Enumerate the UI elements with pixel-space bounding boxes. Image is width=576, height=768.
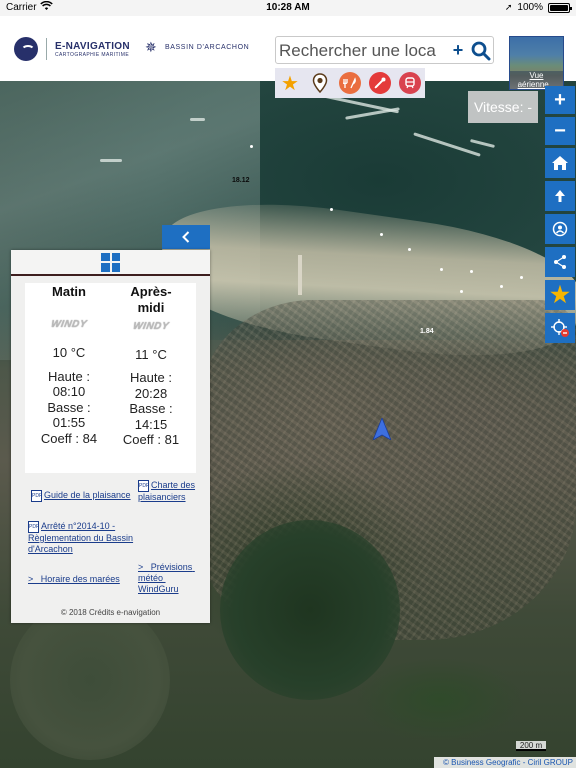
charte-plaisanciers-link[interactable]: PDF Charte des plaisanciers [138,480,198,503]
bassin-logo-title: BASSIN D'ARCACHON [165,43,250,51]
train-icon[interactable] [399,72,421,94]
battery-percent: 100% [517,2,543,13]
boat [330,208,333,211]
arrete-link[interactable]: PDF Arrêté n°2014-10 - Règlementation du … [28,521,140,555]
restaurant-icon[interactable] [339,72,361,94]
chevron-left-icon [182,231,190,243]
home-icon [552,156,568,170]
plus-icon: + [554,88,566,111]
panel-links: PDF Guide de la plaisance PDF Charte des p… [11,480,210,600]
enavigation-logo[interactable]: E-NAVIGATION CARTOGRAPHIE MARITIME [14,37,130,61]
tide-card: Matin WINDY 10 °C Haute : 08:10 Basse : … [25,283,196,473]
share-icon [554,255,566,269]
search-icon[interactable] [471,41,491,61]
boat [380,233,383,236]
speed-indicator: Vitesse: - [468,91,538,123]
forest-area [10,600,170,760]
bassin-arcachon-logo[interactable]: ✵ BASSIN D'ARCACHON [145,40,249,54]
boat-wake [100,159,122,162]
tide-coefficient: Coeff : 84 [40,430,98,446]
boat [500,285,503,288]
pdf-icon: PDF [31,490,42,502]
clock: 10:28 AM [266,2,310,13]
grid-icon[interactable] [101,252,120,272]
add-button[interactable]: + [450,40,466,60]
zoom-out-button[interactable]: − [545,117,575,145]
morning-column: Matin WINDY 10 °C Haute : 08:10 Basse : … [29,283,109,446]
collapse-panel-button[interactable] [162,225,210,249]
my-position-button[interactable] [545,214,575,244]
column-title: Matin [52,284,86,299]
star-icon[interactable]: ★ [279,72,301,95]
boat [470,270,473,273]
guide-plaisance-link[interactable]: PDF Guide de la plaisance [31,490,141,502]
enavigation-logo-mark [14,37,38,61]
status-bar: Carrier 10:28 AM ➚ 100% [0,0,576,16]
boat [408,248,411,251]
category-filters: ★ [275,68,425,98]
locate-icon [551,319,569,337]
logo-subtitle: CARTOGRAPHIE MARITIME [55,51,130,58]
scale-bar: 200 m [516,741,546,751]
zoom-in-button[interactable]: + [545,86,575,114]
battery-icon [548,2,572,13]
temperature: 11 °C [135,346,167,362]
compass-rose-icon: ✵ [145,39,157,55]
pdf-icon: PDF [138,480,149,492]
north-up-button[interactable] [545,181,575,211]
boat-wake [190,118,205,121]
panel-header [11,250,210,276]
boat [520,276,523,279]
windy-logo[interactable]: WINDY [132,319,171,335]
forest-area [220,520,400,700]
share-button[interactable] [545,247,575,277]
home-button[interactable] [545,148,575,178]
low-tide: Basse : 14:15 [129,401,173,432]
boat [460,290,463,293]
depth-label: 1.84 [420,328,434,335]
depth-label: 18.12 [232,177,250,184]
location-arrow-icon: ➚ [504,2,513,12]
star-icon: ★ [550,282,570,307]
up-arrow-icon [555,190,565,202]
low-tide: Basse : 01:55 [47,399,91,431]
minus-icon: − [554,119,566,142]
high-tide: Haute : 20:28 [130,370,172,401]
pin-icon[interactable] [309,72,331,94]
shop-icon[interactable] [369,72,391,94]
search-box: + [275,36,494,64]
link-text: Guide de la plaisance [44,490,131,500]
attribution-link[interactable]: © Business Geografic - Ciril GROUP [434,757,576,768]
app-header: E-NAVIGATION CARTOGRAPHIE MARITIME ✵ BAS… [0,16,576,98]
logo-divider [46,38,47,60]
afternoon-column: Après-midi WINDY 11 °C Haute : 20:28 Bas… [111,283,191,448]
person-pin-icon [552,221,568,237]
credits-text: © 2018 Crédits e-navigation [60,608,161,617]
temperature: 10 °C [52,345,86,360]
high-tide: Haute : 08:10 [48,368,90,400]
windy-logo[interactable]: WINDY [50,317,89,333]
favorite-button[interactable]: ★ [545,280,575,310]
boat [440,268,443,271]
tide-coefficient: Coeff : 81 [122,432,180,447]
pdf-icon: PDF [28,521,39,533]
previsions-meteo-link[interactable]: > Prévisions météo WindGuru [138,562,200,595]
locate-button[interactable] [545,313,575,343]
horaire-marees-link[interactable]: > Horaire des marées [28,574,133,585]
search-input[interactable] [279,39,439,62]
link-text: Arrêté n°2014-10 - Règlementation du Bas… [28,521,134,554]
jetty [298,255,302,295]
tide-weather-panel: Matin WINDY 10 °C Haute : 08:10 Basse : … [11,250,210,623]
column-title: Après-midi [130,284,172,315]
navigation-arrow-icon [373,418,391,440]
boat [250,145,253,148]
aerial-view-toggle[interactable]: Vue aérienne... [509,36,564,90]
logo-title: E-NAVIGATION [55,40,130,52]
map-toolbar: + − ★ [545,86,575,346]
